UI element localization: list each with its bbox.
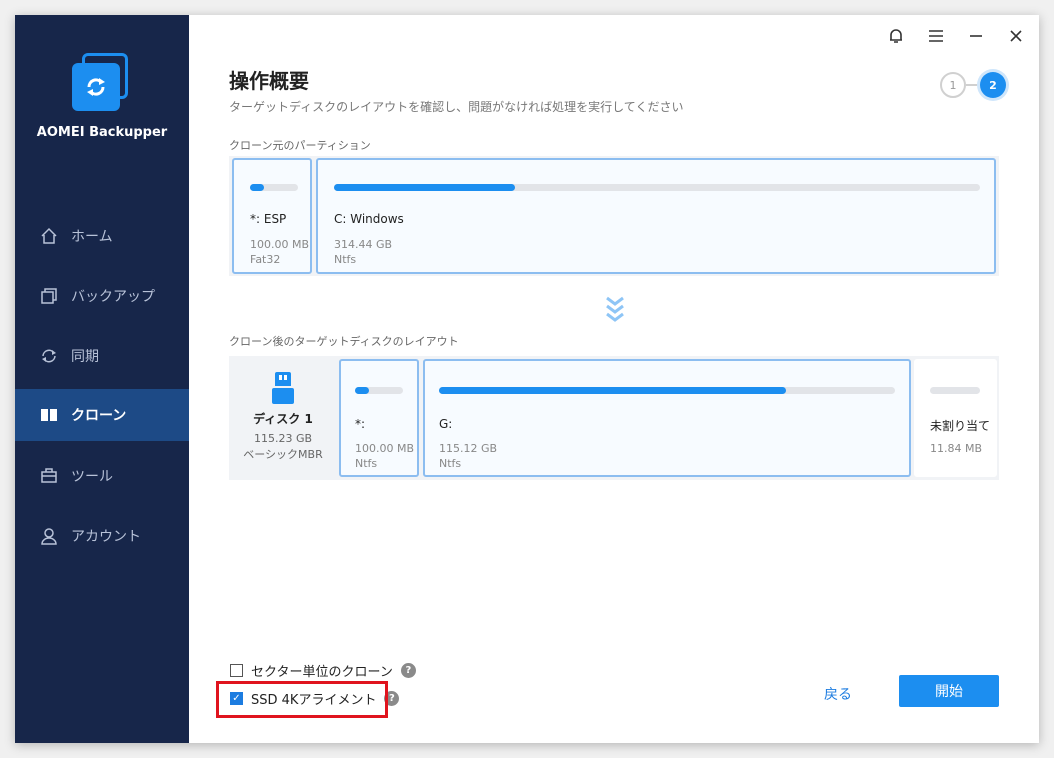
account-icon: [39, 526, 59, 546]
back-button[interactable]: 戻る: [811, 684, 865, 704]
sector-clone-checkbox[interactable]: [230, 664, 243, 677]
backup-icon: [39, 286, 59, 306]
source-disk-row: *: ESP 100.00 MB Fat32 C: Windows 314.44 …: [229, 156, 999, 276]
partition-size: 100.00 MB Fat32: [250, 238, 310, 266]
usage-bar: [250, 184, 298, 191]
close-icon[interactable]: [1005, 25, 1027, 47]
sector-clone-label: セクター単位のクローン: [251, 665, 393, 680]
usage-bar-fill: [439, 387, 786, 394]
partition-name: 未割り当て: [930, 419, 991, 433]
partition-name: *:: [355, 417, 366, 431]
sidebar: AOMEI Backupper ホーム バックアップ 同期 クローン ツール ア…: [15, 15, 189, 743]
usage-bar: [439, 387, 895, 394]
usage-bar: [355, 387, 403, 394]
tools-icon: [39, 466, 59, 486]
partition-name: C: Windows: [334, 212, 404, 226]
disk-name: ディスク 1: [253, 412, 313, 426]
partition-size: 314.44 GB Ntfs: [334, 238, 393, 266]
sidebar-item-label: クローン: [71, 408, 127, 424]
source-partition-esp[interactable]: *: ESP 100.00 MB Fat32: [232, 158, 312, 274]
sidebar-item-clone[interactable]: クローン: [15, 389, 189, 441]
app-name: AOMEI Backupper: [36, 125, 168, 140]
menu-icon[interactable]: [925, 25, 947, 47]
usage-bar-fill: [334, 184, 515, 191]
target-partition-1[interactable]: *: 100.00 MB Ntfs: [339, 359, 419, 477]
help-icon[interactable]: ?: [400, 663, 416, 678]
chevron-down-icon: [604, 296, 626, 326]
sync-icon: [39, 346, 59, 366]
usage-bar-fill: [250, 184, 265, 191]
app-window: AOMEI Backupper ホーム バックアップ 同期 クローン ツール ア…: [15, 15, 1039, 743]
highlight-frame: [216, 681, 388, 718]
step-indicator: 1 2: [940, 72, 1006, 98]
disk-detail: 115.23 GB ベーシックMBR: [243, 432, 323, 461]
clone-icon: [39, 405, 59, 425]
target-partition-g[interactable]: G: 115.12 GB Ntfs: [423, 359, 911, 477]
titlebar-controls: [885, 25, 1027, 47]
target-partition-unallocated[interactable]: 未割り当て 11.84 MB: [914, 359, 997, 477]
usb-disk-icon: [272, 372, 294, 404]
source-partition-c[interactable]: C: Windows 314.44 GB Ntfs: [316, 158, 996, 274]
sidebar-item-label: ホーム: [71, 229, 113, 245]
sidebar-item-tools[interactable]: ツール: [15, 450, 189, 502]
source-label: クローン元のパーティション: [229, 139, 371, 152]
start-button[interactable]: 開始: [899, 675, 999, 707]
sidebar-item-backup[interactable]: バックアップ: [15, 270, 189, 322]
sidebar-item-label: アカウント: [71, 529, 141, 545]
sidebar-item-label: バックアップ: [71, 289, 155, 305]
partition-size: 115.12 GB Ntfs: [439, 442, 498, 470]
partition-size: 100.00 MB Ntfs: [355, 442, 415, 470]
target-label: クローン後のターゲットディスクのレイアウト: [229, 335, 459, 348]
partition-name: G:: [439, 417, 453, 431]
step-1: 1: [940, 72, 966, 98]
home-icon: [39, 226, 59, 246]
bell-icon[interactable]: [885, 25, 907, 47]
sector-clone-option[interactable]: セクター単位のクローン ?: [230, 661, 416, 680]
sidebar-item-label: ツール: [71, 469, 113, 485]
step-connector: [966, 84, 980, 86]
partition-name: *: ESP: [250, 212, 287, 226]
sidebar-item-sync[interactable]: 同期: [15, 330, 189, 382]
sidebar-item-label: 同期: [71, 349, 99, 365]
step-2: 2: [980, 72, 1006, 98]
usage-bar: [930, 387, 980, 394]
minimize-icon[interactable]: [965, 25, 987, 47]
sidebar-item-home[interactable]: ホーム: [15, 210, 189, 262]
usage-bar-fill: [355, 387, 370, 394]
partition-size: 11.84 MB: [930, 442, 983, 455]
target-disk-row: ディスク 1 115.23 GB ベーシックMBR *: 100.00 MB Ntf…: [229, 356, 999, 480]
target-disk-info: ディスク 1 115.23 GB ベーシックMBR: [229, 356, 337, 476]
usage-bar: [334, 184, 980, 191]
page-title: 操作概要: [229, 69, 309, 93]
page-subtitle: ターゲットディスクのレイアウトを確認し、問題がなければ処理を実行してください: [229, 100, 684, 114]
app-logo-icon: [72, 53, 132, 113]
sidebar-item-account[interactable]: アカウント: [15, 510, 189, 562]
